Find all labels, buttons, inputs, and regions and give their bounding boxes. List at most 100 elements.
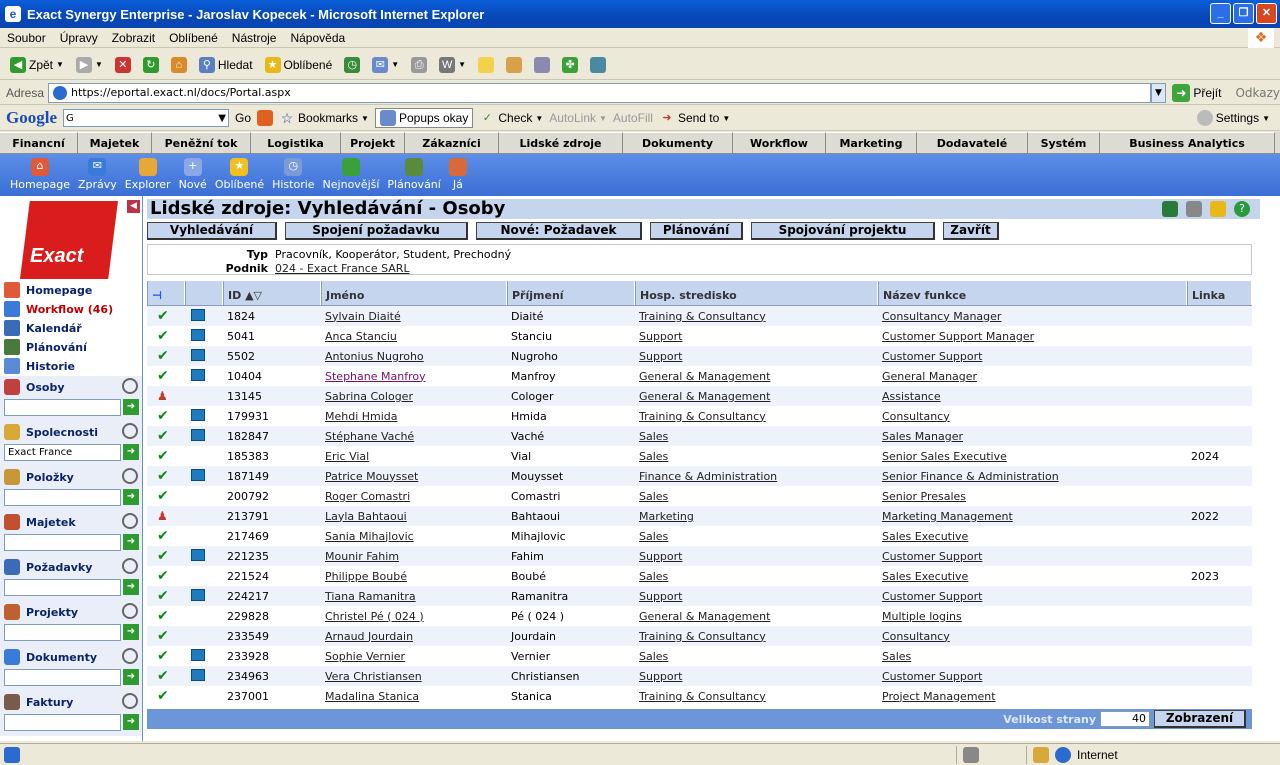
go-arrow-icon[interactable]: ➜ xyxy=(123,534,139,550)
sidebar-item-workflow[interactable]: Workflow (46) xyxy=(4,301,113,317)
table-row[interactable]: ✔ 200792 Roger Comastri Comastri Sales Senior… xyxy=(147,486,1252,506)
new-request-button[interactable]: Nové: Požadavek xyxy=(476,222,642,240)
row-department-link[interactable]: Support xyxy=(639,670,682,683)
table-row[interactable]: ✔ 187149 Patrice Mouysset Mouysset Finance &… xyxy=(147,466,1252,486)
discuss-button[interactable] xyxy=(586,55,610,75)
row-department-link[interactable]: Sales xyxy=(639,450,668,463)
search-icon[interactable] xyxy=(122,603,138,619)
menu-napoveda[interactable]: Nápověda xyxy=(283,31,352,45)
forward-button[interactable]: ▶ ▼ xyxy=(72,55,107,75)
address-dropdown[interactable]: ▼ xyxy=(1150,82,1167,103)
search-icon[interactable] xyxy=(122,648,138,664)
row-function-link[interactable]: Consultancy Manager xyxy=(882,310,1001,323)
table-row[interactable]: ✔ 185383 Eric Vial Vial Sales Senior Sales Ex… xyxy=(147,446,1252,466)
quick-oblibene[interactable]: ★ Oblíbené xyxy=(211,154,268,196)
row-department-link[interactable]: General & Management xyxy=(639,390,770,403)
quick-ja[interactable]: Já xyxy=(445,154,471,196)
row-name-link[interactable]: Stephane Manfroy xyxy=(325,370,426,383)
quick-nove[interactable]: + Nové xyxy=(175,154,211,196)
go-arrow-icon[interactable]: ➜ xyxy=(123,714,139,730)
show-button[interactable]: Zobrazení xyxy=(1154,710,1246,728)
row-function-link[interactable]: Consultancy xyxy=(882,630,950,643)
sort-arrows-icon[interactable]: ▲▽ xyxy=(245,289,262,302)
go-arrow-icon[interactable]: ➜ xyxy=(123,444,139,460)
row-department-link[interactable]: Support xyxy=(639,590,682,603)
row-name-link[interactable]: Mehdi Hmida xyxy=(325,410,398,423)
table-row[interactable]: ✔ 233549 Arnaud Jourdain Jourdain Training &… xyxy=(147,626,1252,646)
search-icon[interactable] xyxy=(122,558,138,574)
quick-homepage[interactable]: ⌂ Homepage xyxy=(6,154,74,196)
quick-historie[interactable]: ◷ Historie xyxy=(268,154,318,196)
go-arrow-icon[interactable]: ➜ xyxy=(123,624,139,640)
link-request-button[interactable]: Spojení požadavku xyxy=(285,222,468,240)
address-input[interactable]: https://eportal.exact.nl/docs/Portal.asp… xyxy=(48,82,1151,103)
quick-nejnovejsi[interactable]: Nejnovější xyxy=(319,154,384,196)
print-button[interactable]: ⎙ xyxy=(407,55,431,75)
row-name-link[interactable]: Madalina Stanica xyxy=(325,690,419,703)
search-button[interactable]: Vyhledávání xyxy=(147,222,277,240)
row-department-link[interactable]: Training & Consultancy xyxy=(639,410,766,423)
table-row[interactable]: ✔ 234963 Vera Christiansen Christiansen Supp… xyxy=(147,666,1252,686)
back-button[interactable]: ◀ Zpět ▼ xyxy=(6,55,68,75)
close-page-button[interactable]: Zavřít xyxy=(943,222,999,240)
history-button[interactable]: ◷ xyxy=(340,55,364,75)
home-button[interactable]: ⌂ xyxy=(167,55,191,75)
row-name-link[interactable]: Sylvain Diaité xyxy=(325,310,401,323)
row-name-link[interactable]: Christel Pé ( 024 ) xyxy=(325,610,424,623)
search-button[interactable]: ⚲ Hledat xyxy=(195,55,257,75)
row-department-link[interactable]: Sales xyxy=(639,530,668,543)
sidebar-item-kalendar[interactable]: Kalendář xyxy=(4,320,82,336)
row-department-link[interactable]: Sales xyxy=(639,490,668,503)
header-id[interactable]: ID ▲▽ xyxy=(223,281,321,305)
search-icon[interactable] xyxy=(122,423,138,439)
row-function-link[interactable]: Sales Executive xyxy=(882,570,968,583)
row-department-link[interactable]: Sales xyxy=(639,430,668,443)
majetek-search-input[interactable] xyxy=(4,534,121,551)
menu-soubor[interactable]: Soubor xyxy=(0,31,53,45)
go-arrow-icon[interactable]: ➜ xyxy=(123,399,139,415)
row-function-link[interactable]: Customer Support xyxy=(882,670,982,683)
row-function-link[interactable]: Project Management xyxy=(882,690,996,703)
row-department-link[interactable]: Finance & Administration xyxy=(639,470,777,483)
nav-zakaznici[interactable]: Zákazníci xyxy=(405,132,499,153)
go-arrow-icon[interactable]: ➜ xyxy=(123,489,139,505)
row-department-link[interactable]: Training & Consultancy xyxy=(639,690,766,703)
google-search-input[interactable]: G ▼ xyxy=(63,109,229,127)
row-function-link[interactable]: Marketing Management xyxy=(882,510,1013,523)
check-button[interactable]: ✓ Check ▼ xyxy=(479,110,544,126)
edit-button[interactable]: W ▼ xyxy=(435,55,470,75)
monitor-icon[interactable] xyxy=(191,428,205,441)
monitor-icon[interactable] xyxy=(191,648,205,661)
table-row[interactable]: ✔ 179931 Mehdi Hmida Hmida Training & Consul… xyxy=(147,406,1252,426)
search-icon[interactable] xyxy=(122,378,138,394)
projekty-search-input[interactable] xyxy=(4,624,121,641)
row-name-link[interactable]: Sophie Vernier xyxy=(325,650,405,663)
row-function-link[interactable]: Consultancy xyxy=(882,410,950,423)
row-name-link[interactable]: Anca Stanciu xyxy=(325,330,397,343)
row-function-link[interactable]: Sales Executive xyxy=(882,530,968,543)
monitor-icon[interactable] xyxy=(191,668,205,681)
table-row[interactable]: ✔ 217469 Sania Mihajlovic Mihajlovic Sales Sa… xyxy=(147,526,1252,546)
popups-button[interactable]: Popups okay xyxy=(374,108,474,128)
nav-penezni-tok[interactable]: Peněžní tok xyxy=(152,132,251,153)
messenger-button[interactable] xyxy=(530,55,554,75)
spolecnosti-search-input[interactable]: Exact France xyxy=(4,444,121,461)
collapse-sidebar-icon[interactable]: ◀ xyxy=(127,200,140,213)
row-name-link[interactable]: Mounir Fahim xyxy=(325,550,399,563)
table-row[interactable]: ✔ 221235 Mounir Fahim Fahim Support Customer … xyxy=(147,546,1252,566)
table-row[interactable]: ♟ 13145 Sabrina Cologer Cologer General & Ma… xyxy=(147,386,1252,406)
nav-marketing[interactable]: Marketing xyxy=(826,132,917,153)
table-row[interactable]: ✔ 5041 Anca Stanciu Stanciu Support Customer … xyxy=(147,326,1252,346)
table-row[interactable]: ✔ 5502 Antonius Nugroho Nugroho Support Custo… xyxy=(147,346,1252,366)
search-icon[interactable] xyxy=(122,468,138,484)
table-row[interactable]: ✔ 10404 Stephane Manfroy Manfroy General & M… xyxy=(147,366,1252,386)
row-function-link[interactable]: Senior Presales xyxy=(882,490,966,503)
monitor-icon[interactable] xyxy=(191,548,205,561)
row-name-link[interactable]: Sabrina Cologer xyxy=(325,390,413,403)
monitor-icon[interactable] xyxy=(191,308,205,321)
table-row[interactable]: ✔ 221524 Philippe Boubé Boubé Sales Sales Exe… xyxy=(147,566,1252,586)
nav-dokumenty[interactable]: Dokumenty xyxy=(623,132,733,153)
add-favorite-icon[interactable] xyxy=(1210,201,1226,217)
nav-business-analytics[interactable]: Business Analytics xyxy=(1100,132,1275,153)
row-department-link[interactable]: Training & Consultancy xyxy=(639,630,766,643)
